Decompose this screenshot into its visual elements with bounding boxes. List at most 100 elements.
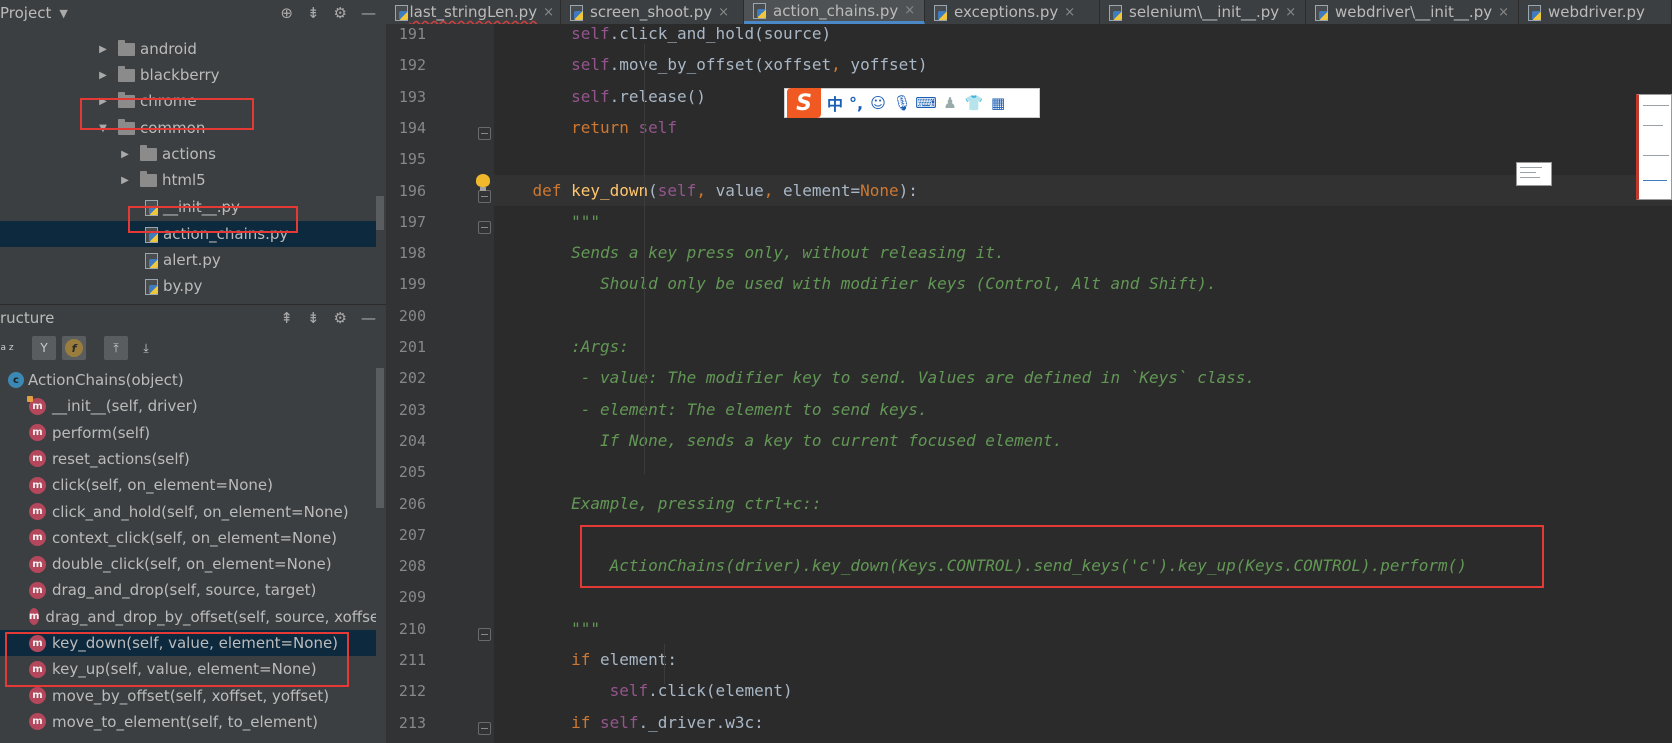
close-icon[interactable]: × (904, 3, 915, 18)
code-editor[interactable]: 191 192 193 194 195 196 197 198 199 200 201 202 203 2… (386, 24, 1672, 743)
code-area[interactable]: self.click_and_hold(source) self.move_by… (494, 24, 1672, 743)
code-line[interactable]: self.click(element) (494, 675, 1672, 706)
project-panel-header: Project ▼ ⊕ ⇟ ⚙ — (0, 0, 386, 26)
structure-method-item[interactable]: m click(self, on_element=None) (0, 472, 376, 498)
microphone-icon[interactable]: 🎙 (893, 94, 912, 112)
code-line[interactable] (494, 143, 1672, 174)
code-line[interactable]: Example, pressing ctrl+c:: (494, 488, 1672, 519)
structure-method-item[interactable]: m double_click(self, on_element=None) (0, 551, 376, 577)
editor-tab[interactable]: exceptions.py × (925, 0, 1100, 24)
tree-file[interactable]: alert.py (0, 247, 376, 273)
skin-shirt-icon[interactable]: 👕 (965, 94, 984, 112)
project-tree: ▶ android ▶ blackberry ▶ chrome ▼ common ▶ action… (0, 26, 376, 298)
method-icon: m (29, 581, 46, 599)
autoscroll-from-source-button[interactable]: ⤓ (134, 336, 158, 360)
structure-method-item[interactable]: m perform(self) (0, 420, 376, 446)
code-line[interactable]: def key_down(self, value, element=None): (494, 174, 1672, 206)
close-icon[interactable]: × (1498, 5, 1509, 20)
line-number: 202 (398, 369, 426, 388)
sogou-logo-icon[interactable]: S (787, 88, 821, 118)
minimize-icon[interactable]: — (361, 4, 376, 22)
code-line[interactable]: self.release() (494, 81, 1672, 112)
method-icon: m (29, 503, 46, 520)
editor-tab[interactable]: action_chains.py × (744, 0, 925, 24)
tree-folder[interactable]: ▶ actions (0, 141, 376, 167)
structure-item-label: click(self, on_element=None) (52, 476, 273, 495)
editor-tab[interactable]: screen_shoot.py × (561, 0, 744, 24)
code-line[interactable] (494, 456, 1672, 487)
close-icon[interactable]: × (718, 5, 729, 20)
code-line[interactable]: If None, sends a key to current focused … (494, 425, 1672, 456)
expand-right-icon[interactable]: ▶ (96, 70, 110, 81)
code-line[interactable]: - value: The modifier key to send. Value… (494, 362, 1672, 393)
structure-class-item[interactable]: c ActionChains(object) (0, 368, 376, 393)
expand-right-icon[interactable]: ▶ (118, 175, 132, 186)
gear-icon[interactable]: ⚙ (334, 4, 347, 22)
expand-right-icon[interactable]: ▶ (96, 44, 110, 55)
close-icon[interactable]: × (1064, 5, 1075, 20)
minimize-icon[interactable]: — (361, 309, 376, 327)
code-line[interactable]: Sends a key press only, without releasin… (494, 237, 1672, 268)
fold-marker-icon[interactable] (478, 126, 491, 140)
tree-item-label: android (140, 40, 197, 58)
structure-method-item[interactable]: m drag_and_drop(self, source, target) (0, 577, 376, 603)
tree-folder[interactable]: ▶ android (0, 36, 376, 62)
fold-marker-icon[interactable] (478, 627, 491, 641)
code-line[interactable]: return self (494, 112, 1672, 143)
structure-scrollbar[interactable] (376, 368, 384, 508)
field-icon: f (65, 339, 83, 357)
sort-alphabetically-button[interactable]: a z (0, 336, 14, 360)
tree-folder[interactable]: ▶ html5 (0, 167, 376, 193)
side-window-thumbnail[interactable] (1636, 94, 1672, 200)
code-line[interactable]: if element: (494, 644, 1672, 675)
structure-method-item[interactable]: m move_to_element(self, to_element) (0, 709, 376, 735)
collapse-all-icon[interactable]: ⇟ (307, 4, 320, 22)
floating-window-thumbnail[interactable] (1516, 162, 1552, 186)
structure-method-item[interactable]: m drag_and_drop_by_offset(self, source, x… (0, 604, 376, 630)
code-line[interactable] (494, 300, 1672, 331)
user-icon[interactable]: ♟ (941, 94, 959, 112)
tree-folder[interactable]: ▶ blackberry (0, 62, 376, 88)
code-line[interactable]: Should only be used with modifier keys (… (494, 268, 1672, 299)
expand-all-icon[interactable]: ⇞ (280, 309, 293, 327)
structure-method-item[interactable]: m __init__(self, driver) (0, 393, 376, 419)
structure-item-label: drag_and_drop(self, source, target) (52, 581, 317, 600)
close-icon[interactable]: × (1285, 5, 1296, 20)
close-icon[interactable]: × (543, 5, 554, 20)
expand-right-icon[interactable]: ▶ (118, 149, 132, 160)
code-line[interactable]: - element: The element to send keys. (494, 394, 1672, 425)
structure-method-item[interactable]: m reset_actions(self) (0, 446, 376, 472)
structure-method-item[interactable]: m click_and_hold(self, on_element=None) (0, 499, 376, 525)
code-line[interactable]: """ (494, 206, 1672, 237)
editor-tab[interactable]: webdriver.py (1519, 0, 1672, 24)
dropdown-arrow-icon[interactable]: ▼ (59, 7, 67, 20)
editor-tab[interactable]: webdriver\__init__.py × (1306, 0, 1519, 24)
gear-icon[interactable]: ⚙ (334, 309, 347, 327)
fold-marker-icon[interactable] (478, 220, 491, 234)
locate-target-icon[interactable]: ⊕ (280, 4, 293, 22)
keyboard-icon[interactable]: ⌨ (915, 94, 937, 112)
ime-language-toggle[interactable]: 中 (827, 91, 843, 115)
editor-tab[interactable]: last_stringLen.py × (386, 0, 561, 24)
collapse-all-icon[interactable]: ⇟ (307, 309, 320, 327)
code-line[interactable]: if self._driver.w3c: (494, 707, 1672, 738)
code-line[interactable]: """ (494, 613, 1672, 644)
project-tree-scrollbar[interactable] (376, 196, 384, 230)
show-inherited-button[interactable]: Y (32, 336, 56, 360)
autoscroll-to-source-button[interactable]: ⤒ (104, 336, 128, 360)
tree-file[interactable]: by.py (0, 273, 376, 298)
show-fields-button[interactable]: f (62, 336, 86, 360)
project-panel-title[interactable]: Project (0, 4, 51, 22)
structure-method-item[interactable]: m context_click(self, on_element=None) (0, 525, 376, 551)
code-line[interactable]: self.click_and_hold(source) (494, 24, 1672, 49)
lightbulb-intention-icon[interactable] (476, 174, 490, 191)
thumbnail-line (1643, 155, 1669, 156)
code-line[interactable]: :Args: (494, 331, 1672, 362)
grid-menu-icon[interactable]: ▦ (989, 94, 1007, 112)
fold-marker-icon[interactable] (478, 189, 491, 203)
fold-marker-icon[interactable] (478, 721, 491, 735)
code-line[interactable]: self.move_by_offset(xoffset, yoffset) (494, 49, 1672, 80)
emoji-icon[interactable]: ☺ (869, 94, 887, 112)
ime-punctuation-toggle[interactable]: °, (849, 94, 863, 113)
editor-tab[interactable]: selenium\__init__.py × (1100, 0, 1306, 24)
